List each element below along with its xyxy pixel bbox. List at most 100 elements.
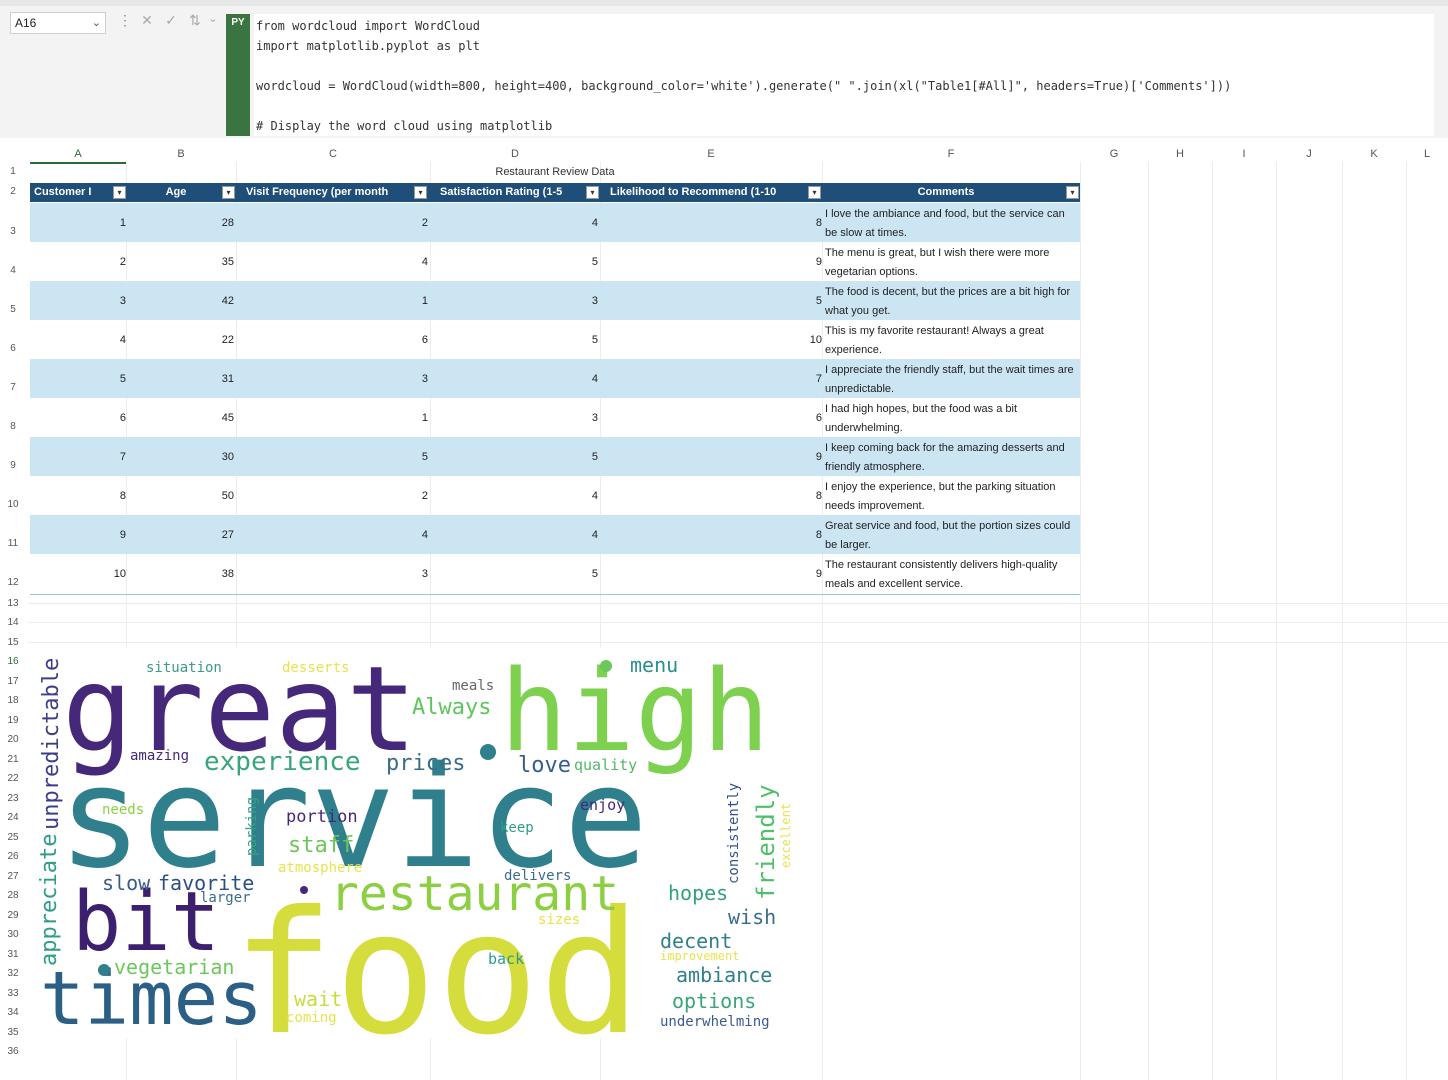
cell-visits: 2 (421, 490, 428, 502)
row-header[interactable]: 29 (0, 910, 26, 921)
row-header[interactable]: 21 (0, 754, 26, 765)
table-row[interactable]: 2 35 4 5 9 The menu is great, but I wish… (30, 242, 1080, 281)
table-row[interactable]: 8 50 2 4 8 I enjoy the experience, but t… (30, 476, 1080, 515)
row-header[interactable]: 4 (0, 265, 26, 276)
row-header[interactable]: 24 (0, 812, 26, 823)
row-header[interactable]: 16 (0, 656, 26, 667)
column-header-c[interactable]: C (236, 146, 430, 162)
drag-handle-icon[interactable]: ⋮ (118, 12, 132, 29)
row-header[interactable]: 35 (0, 1027, 26, 1038)
cell-comment: I keep coming back for the amazing desse… (825, 442, 1065, 473)
table-row[interactable]: 3 42 1 3 5 The food is decent, but the p… (30, 281, 1080, 320)
row-header[interactable]: 10 (0, 499, 26, 510)
grid-line (28, 642, 1448, 643)
cell-age: 28 (221, 217, 234, 229)
enter-icon[interactable]: ✓ (162, 12, 180, 29)
row-header[interactable]: 13 (0, 598, 26, 609)
filter-dropdown-icon[interactable]: ▾ (113, 186, 126, 199)
column-header-b[interactable]: B (126, 146, 236, 162)
row-header[interactable]: 23 (0, 793, 26, 804)
cell-recommend: 10 (809, 334, 822, 346)
row-header[interactable]: 30 (0, 929, 26, 940)
row-header[interactable]: 5 (0, 304, 26, 315)
header-age[interactable]: Age (130, 183, 222, 202)
row-header[interactable]: 1 (0, 166, 26, 177)
row-header[interactable]: 17 (0, 676, 26, 687)
cell-age: 38 (221, 568, 234, 580)
table-row[interactable]: 6 45 1 3 6 I had high hopes, but the foo… (30, 398, 1080, 437)
row-header[interactable]: 2 (0, 186, 26, 197)
row-header[interactable]: 15 (0, 637, 26, 648)
cell-visits: 1 (421, 412, 428, 424)
word-cloud-image[interactable]: great high service food bit times restau… (30, 648, 800, 1038)
column-header-i[interactable]: I (1212, 146, 1276, 162)
column-header-d[interactable]: D (430, 146, 600, 162)
cell-age: 30 (221, 451, 234, 463)
table-row[interactable]: 7 30 5 5 9 I keep coming back for the am… (30, 437, 1080, 476)
filter-dropdown-icon[interactable]: ▾ (414, 186, 427, 199)
column-header-k[interactable]: K (1342, 146, 1406, 162)
row-header[interactable]: 36 (0, 1046, 26, 1057)
row-header[interactable]: 20 (0, 734, 26, 745)
wc-word-consistently: consistently (726, 783, 742, 884)
column-header-l[interactable]: L (1406, 146, 1448, 162)
filter-dropdown-icon[interactable]: ▾ (1066, 186, 1079, 199)
cell-age: 45 (221, 412, 234, 424)
row-header[interactable]: 19 (0, 715, 26, 726)
chevron-down-icon[interactable]: ⌄ (204, 12, 222, 25)
row-header[interactable]: 34 (0, 1007, 26, 1018)
wc-dot (98, 964, 110, 976)
header-satisfaction[interactable]: Satisfaction Rating (1-5 (434, 183, 584, 202)
table-row[interactable]: 9 27 4 4 8 Great service and food, but t… (30, 515, 1080, 554)
name-box-value: A16 (15, 16, 37, 30)
wc-word-hopes: hopes (668, 881, 728, 905)
filter-dropdown-icon[interactable]: ▾ (808, 186, 821, 199)
row-header[interactable]: 27 (0, 871, 26, 882)
wc-dot (300, 886, 308, 894)
cell-recommend: 9 (815, 568, 822, 580)
row-header[interactable]: 18 (0, 695, 26, 706)
column-header-j[interactable]: J (1276, 146, 1342, 162)
row-header[interactable]: 7 (0, 382, 26, 393)
row-header[interactable]: 31 (0, 949, 26, 960)
row-header[interactable]: 9 (0, 460, 26, 471)
wc-dot (480, 744, 496, 760)
row-header[interactable]: 26 (0, 851, 26, 862)
filter-dropdown-icon[interactable]: ▾ (222, 186, 235, 199)
table-row[interactable]: 4 22 6 5 10 This is my favorite restaura… (30, 320, 1080, 359)
row-header[interactable]: 3 (0, 226, 26, 237)
wc-word-prices: prices (386, 751, 465, 776)
column-header-g[interactable]: G (1080, 146, 1148, 162)
table-row[interactable]: 5 31 3 4 7 I appreciate the friendly sta… (30, 359, 1080, 398)
row-header[interactable]: 6 (0, 343, 26, 354)
row-header[interactable]: 28 (0, 890, 26, 901)
wc-word-staff: staff (288, 833, 354, 858)
row-header[interactable]: 14 (0, 617, 26, 628)
header-comments[interactable]: Comments (826, 183, 1066, 202)
chevron-down-icon[interactable]: ⌄ (92, 13, 101, 33)
python-code-editor[interactable]: from wordcloud import WordCloud import m… (254, 14, 1434, 136)
column-header-a[interactable]: A (30, 146, 126, 164)
python-output-icon[interactable]: ⇅ (186, 12, 204, 29)
row-header[interactable]: 25 (0, 832, 26, 843)
wc-word-always: Always (412, 695, 491, 720)
row-header[interactable]: 32 (0, 968, 26, 979)
row-header[interactable]: 11 (0, 538, 26, 549)
row-header[interactable]: 12 (0, 577, 26, 588)
header-visit-frequency[interactable]: Visit Frequency (per month (240, 183, 414, 202)
column-header-h[interactable]: H (1148, 146, 1212, 162)
name-box[interactable]: A16 ⌄ (10, 12, 106, 34)
column-header-f[interactable]: F (822, 146, 1080, 162)
cancel-icon[interactable]: ✕ (138, 12, 156, 29)
table-row[interactable]: 10 38 3 5 9 The restaurant consistently … (30, 554, 1080, 593)
header-customer-id[interactable]: Customer I (34, 183, 114, 202)
cell-comment: I enjoy the experience, but the parking … (825, 481, 1056, 512)
column-header-e[interactable]: E (600, 146, 822, 162)
filter-dropdown-icon[interactable]: ▾ (586, 186, 599, 199)
row-header[interactable]: 8 (0, 421, 26, 432)
row-header[interactable]: 22 (0, 773, 26, 784)
row-header[interactable]: 33 (0, 988, 26, 999)
table-row[interactable]: 1 28 2 4 8 I love the ambiance and food,… (30, 203, 1080, 242)
wc-word-portion: portion (286, 807, 358, 827)
header-recommend[interactable]: Likelihood to Recommend (1-10 (604, 183, 806, 202)
